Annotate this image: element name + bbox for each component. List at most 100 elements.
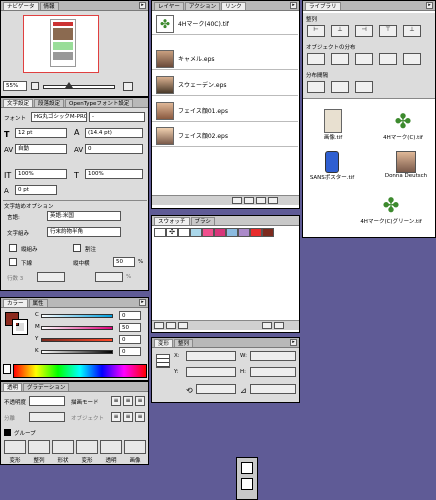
tool-icon[interactable] — [241, 462, 253, 474]
ratio-field[interactable]: 50 — [113, 257, 135, 267]
registration-swatch[interactable]: ✣ — [166, 228, 178, 237]
relink-button[interactable] — [232, 197, 242, 204]
align-left-button[interactable]: ⊢ — [307, 25, 325, 37]
object-button-3[interactable]: ≡ — [135, 412, 145, 422]
align-middle-button[interactable]: ⊥ — [403, 25, 421, 37]
color-menu-icon[interactable]: ▸ — [139, 299, 146, 306]
k-field[interactable]: 0 — [119, 347, 141, 356]
delete-swatch-button[interactable] — [274, 322, 284, 329]
tab-transform[interactable]: 変形 — [154, 339, 174, 347]
leading-field[interactable]: (14.4 pt) — [85, 128, 143, 138]
tab-layers[interactable]: レイヤー — [154, 2, 184, 10]
new-swatch-button[interactable] — [262, 322, 272, 329]
preview-cell-5[interactable] — [100, 440, 122, 454]
swatch-view-button[interactable] — [166, 322, 176, 329]
color-swatch[interactable] — [190, 228, 202, 237]
tab-paragraph[interactable]: 段落設定 — [34, 99, 65, 107]
library-item[interactable]: ✤ 4Hマーク(C).tif — [373, 109, 433, 145]
underline-checkbox[interactable] — [9, 258, 17, 266]
tab-links[interactable]: リンク — [221, 2, 246, 10]
none-color-icon[interactable] — [3, 364, 11, 374]
tab-actions[interactable]: アクション — [184, 2, 221, 10]
preview-cell-1[interactable] — [4, 440, 26, 454]
horizontal-scale-field[interactable]: 100% — [85, 169, 143, 179]
object-button-2[interactable]: ≡ — [123, 412, 133, 422]
tab-transparency[interactable]: 透明 — [3, 383, 23, 391]
panel-menu-icon[interactable]: ▸ — [139, 2, 146, 9]
zoom-in-icon[interactable] — [123, 82, 133, 91]
m-field[interactable]: 50 — [119, 323, 141, 332]
link-row[interactable]: フェイス顔01.eps — [152, 100, 298, 122]
zoom-slider[interactable] — [43, 85, 115, 89]
stroke-swatch[interactable] — [12, 319, 28, 335]
tab-gradient[interactable]: グラデーション — [23, 383, 70, 391]
spacing-button-1[interactable] — [307, 81, 325, 93]
tab-attributes[interactable]: 属性 — [28, 299, 48, 307]
color-swatch[interactable] — [178, 228, 190, 237]
y-field[interactable]: 0 — [119, 335, 141, 344]
tab-opentype[interactable]: OpenTypeフォント設定 — [65, 99, 134, 107]
distribute-button-4[interactable] — [379, 53, 397, 65]
c-slider[interactable] — [41, 314, 113, 318]
composition-select[interactable]: 行末約物半角 — [47, 227, 121, 237]
object-button-1[interactable]: ≡ — [111, 412, 121, 422]
align-center-button[interactable]: ⊥ — [331, 25, 349, 37]
h-field[interactable] — [250, 367, 296, 377]
font-style-select[interactable]: - — [89, 112, 145, 122]
y-slider[interactable] — [41, 338, 113, 342]
tracking-field[interactable]: 0 — [85, 144, 143, 154]
library-item[interactable]: SANSポスター.tif — [305, 151, 359, 187]
preview-cell-2[interactable] — [28, 440, 50, 454]
link-row[interactable]: ✤ 4Hマーク(40C).tif — [152, 13, 298, 35]
library-item[interactable]: ✤ 4Hマーク(C)グリーン.tif — [347, 193, 435, 229]
preview-cell-3[interactable] — [52, 440, 74, 454]
reference-point-icon[interactable] — [156, 354, 170, 368]
color-swatch[interactable] — [214, 228, 226, 237]
color-swatch[interactable] — [238, 228, 250, 237]
spacing-button-2[interactable] — [331, 81, 349, 93]
navigator-preview[interactable] — [23, 15, 99, 73]
k-slider[interactable] — [41, 350, 113, 354]
w-field[interactable] — [250, 351, 296, 361]
edit-original-button[interactable] — [268, 197, 278, 204]
spectrum-bar[interactable] — [13, 364, 147, 378]
tab-info[interactable]: 情報 — [39, 2, 59, 10]
distribute-button-2[interactable] — [331, 53, 349, 65]
distribute-button-5[interactable] — [403, 53, 421, 65]
percent-field[interactable] — [95, 272, 123, 282]
blend-button-1[interactable]: ≡ — [111, 396, 121, 406]
zoom-out-icon[interactable] — [31, 82, 39, 90]
tab-align[interactable]: 整列 — [174, 339, 194, 347]
language-select[interactable]: 英語:米国 — [47, 211, 121, 221]
tab-library[interactable]: ライブラリ — [305, 2, 341, 10]
group-checkbox[interactable] — [4, 429, 11, 436]
library-item[interactable]: 画像.tif — [311, 109, 355, 145]
swatch-view-button[interactable] — [154, 322, 164, 329]
links-menu-icon[interactable]: ▸ — [290, 2, 297, 9]
goto-link-button[interactable] — [244, 197, 254, 204]
library-menu-icon[interactable]: ▸ — [426, 2, 433, 9]
opacity-field[interactable] — [29, 396, 65, 406]
distribute-button-3[interactable] — [355, 53, 373, 65]
swatch-view-button[interactable] — [178, 322, 188, 329]
preview-cell-6[interactable] — [124, 440, 146, 454]
link-row[interactable]: フェイス顔02.eps — [152, 125, 298, 147]
warichu-checkbox[interactable] — [73, 244, 81, 252]
transform-menu-icon[interactable]: ▸ — [290, 339, 297, 346]
font-family-select[interactable]: HG丸ゴシックM-PRO — [31, 112, 87, 122]
align-right-button[interactable]: ⊣ — [355, 25, 373, 37]
blend-button-2[interactable]: ≡ — [123, 396, 133, 406]
baseline-field[interactable]: 0 pt — [15, 185, 57, 195]
align-top-button[interactable]: ⊤ — [379, 25, 397, 37]
link-row[interactable]: スウェーデン.eps — [152, 74, 298, 96]
c-field[interactable]: 0 — [119, 311, 141, 320]
update-link-button[interactable] — [256, 197, 266, 204]
lines-field[interactable] — [37, 272, 65, 282]
tab-swatches[interactable]: スウォッチ — [154, 217, 190, 225]
zoom-slider-thumb[interactable] — [65, 82, 73, 88]
color-swatch[interactable] — [202, 228, 214, 237]
link-row[interactable]: キャメル.eps — [152, 48, 298, 70]
rotate-field[interactable] — [196, 384, 236, 394]
none-swatch[interactable] — [154, 228, 166, 237]
tab-color[interactable]: カラー — [3, 299, 28, 307]
